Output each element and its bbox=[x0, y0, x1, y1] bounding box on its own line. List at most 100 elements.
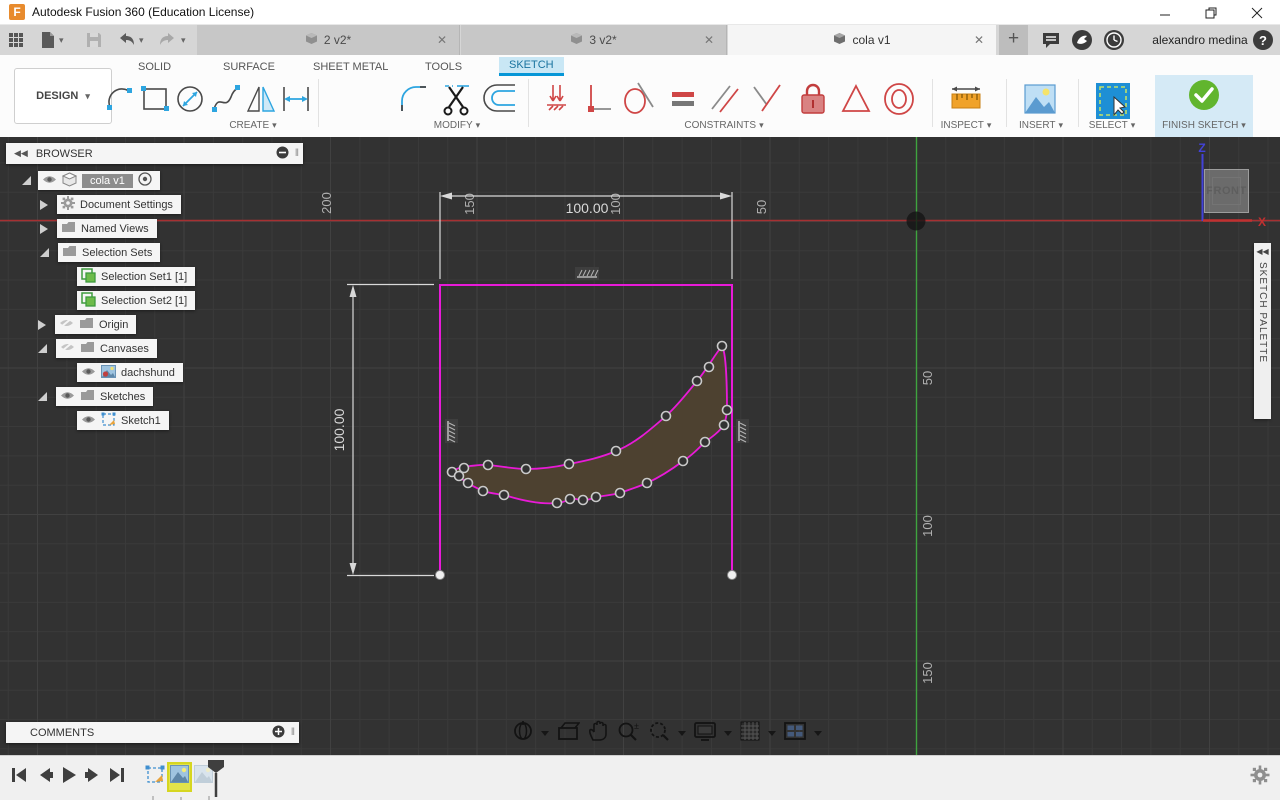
comments-panel-header[interactable]: COMMENTS ‖ bbox=[6, 722, 299, 743]
visibility-eye-icon[interactable] bbox=[42, 174, 57, 188]
tree-item-label[interactable]: Selection Set2 [1] bbox=[101, 295, 187, 307]
add-comment-icon[interactable] bbox=[272, 725, 285, 741]
insert-group-label[interactable]: INSERT bbox=[1019, 120, 1063, 131]
tab-sheet-metal[interactable]: SHEET METAL bbox=[303, 57, 398, 76]
doc-tab-close-icon[interactable]: ✕ bbox=[702, 33, 716, 47]
workspace-selector[interactable]: DESIGN bbox=[14, 68, 112, 124]
sketch-point[interactable] bbox=[435, 570, 445, 580]
orbit-icon[interactable] bbox=[512, 720, 534, 747]
extensions-icon[interactable] bbox=[1071, 29, 1093, 51]
browser-header[interactable]: ◀◀ BROWSER ‖ bbox=[6, 143, 303, 164]
expand-icon[interactable] bbox=[38, 319, 46, 330]
tree-row-named-views[interactable]: Named Views bbox=[40, 219, 157, 238]
vertical-dimension-value[interactable]: 100.00 bbox=[331, 408, 347, 451]
tree-item-label[interactable]: dachshund bbox=[121, 367, 175, 379]
tab-solid[interactable]: SOLID bbox=[128, 57, 181, 76]
timeline-item-sketch[interactable] bbox=[144, 764, 166, 793]
spline-profile-shape[interactable] bbox=[450, 344, 728, 505]
doc-tab-close-icon[interactable]: ✕ bbox=[972, 33, 986, 47]
tree-row-root[interactable]: cola v1 bbox=[22, 171, 160, 190]
model-canvas[interactable]: Z X 200 150 100 50 50 100 150 100.00 100… bbox=[0, 137, 1280, 755]
viewports-dropdown-icon[interactable] bbox=[814, 730, 822, 736]
timeline-step-back-button[interactable] bbox=[36, 766, 54, 789]
sketch-dimension-tool-icon[interactable] bbox=[281, 81, 311, 117]
zoom-icon[interactable]: ± bbox=[616, 720, 640, 747]
minimize-button[interactable] bbox=[1142, 0, 1188, 25]
help-icon[interactable]: ? bbox=[1252, 29, 1274, 51]
new-document-button[interactable]: + bbox=[999, 25, 1028, 55]
browser-display-toggle-icon[interactable] bbox=[276, 146, 289, 162]
timeline-play-button[interactable] bbox=[60, 766, 78, 789]
tree-row-selection-set2[interactable]: Selection Set2 [1] bbox=[77, 291, 196, 310]
timeline-go-to-start-button[interactable] bbox=[10, 766, 28, 789]
file-menu-button[interactable] bbox=[40, 28, 64, 52]
sketch-palette-collapsed[interactable]: ◀◀ SKETCH PALETTE bbox=[1254, 243, 1271, 419]
constraints-group-label[interactable]: CONSTRAINTS bbox=[684, 120, 763, 131]
insert-image-icon[interactable] bbox=[1022, 81, 1056, 117]
concentric-constraint-icon[interactable] bbox=[882, 81, 914, 117]
grid-snap-dropdown-icon[interactable] bbox=[768, 730, 776, 736]
expand-icon[interactable] bbox=[40, 199, 48, 210]
expand-icon[interactable] bbox=[38, 344, 47, 353]
view-cube[interactable]: FRONT bbox=[1204, 169, 1249, 213]
vertical-dimension[interactable] bbox=[347, 283, 434, 577]
visibility-eye-icon[interactable] bbox=[60, 390, 75, 404]
rectangle-tool-icon[interactable] bbox=[140, 81, 170, 117]
timeline-step-forward-button[interactable] bbox=[84, 766, 102, 789]
doc-tab-2v2[interactable]: 2 v2* ✕ bbox=[197, 25, 460, 55]
visibility-eye-off-icon[interactable] bbox=[60, 341, 75, 356]
expand-icon[interactable] bbox=[40, 223, 48, 234]
panel-grip[interactable]: ‖ bbox=[295, 148, 299, 159]
fillet-tool-icon[interactable] bbox=[399, 81, 429, 117]
job-status-clock-icon[interactable] bbox=[1103, 29, 1125, 51]
tab-sketch[interactable]: SKETCH bbox=[499, 57, 564, 76]
sketch-point[interactable] bbox=[727, 570, 737, 580]
tree-item-label[interactable]: Canvases bbox=[100, 343, 149, 355]
tree-item-label[interactable]: Named Views bbox=[81, 223, 149, 235]
tree-item-label[interactable]: Selection Sets bbox=[82, 247, 152, 259]
origin-point[interactable] bbox=[906, 211, 926, 231]
tree-row-origin[interactable]: Origin bbox=[38, 315, 137, 334]
trim-tool-icon[interactable] bbox=[441, 81, 471, 117]
orbit-dropdown-icon[interactable] bbox=[541, 730, 549, 736]
visibility-eye-off-icon[interactable] bbox=[59, 317, 74, 332]
doc-tab-cola-v1[interactable]: cola v1 ✕ bbox=[728, 25, 996, 55]
zoom-window-dropdown-icon[interactable] bbox=[678, 730, 686, 736]
tangent-constraint-icon[interactable] bbox=[622, 81, 654, 117]
tree-item-label[interactable]: Sketches bbox=[100, 391, 145, 403]
mirror-tool-icon[interactable] bbox=[246, 81, 276, 117]
display-settings-icon[interactable] bbox=[693, 720, 717, 747]
expand-icon[interactable] bbox=[22, 176, 31, 185]
display-settings-dropdown-icon[interactable] bbox=[724, 730, 732, 736]
horizontal-constraint-icon[interactable] bbox=[574, 266, 600, 281]
offset-tool-icon[interactable] bbox=[483, 81, 515, 117]
vertical-constraint-icon[interactable] bbox=[444, 418, 459, 444]
horizontal-dimension-value[interactable]: 100.00 bbox=[566, 200, 609, 216]
midpoint-constraint-icon[interactable] bbox=[750, 81, 781, 117]
tree-item-label[interactable]: cola v1 bbox=[82, 173, 133, 188]
redo-button[interactable] bbox=[158, 28, 186, 52]
tree-item-label[interactable]: Origin bbox=[99, 319, 128, 331]
tree-item-label[interactable]: Sketch1 bbox=[121, 415, 161, 427]
modify-group-label[interactable]: MODIFY bbox=[434, 120, 480, 131]
inspect-group-label[interactable]: INSPECT bbox=[941, 120, 992, 131]
arc-tool-icon[interactable] bbox=[105, 81, 135, 117]
expand-icon[interactable] bbox=[38, 392, 47, 401]
circle-tool-icon[interactable] bbox=[175, 81, 205, 117]
user-name[interactable]: alexandro medina bbox=[1150, 33, 1250, 47]
sketch-rectangle-lines[interactable] bbox=[439, 284, 733, 575]
tree-row-sketches[interactable]: Sketches bbox=[38, 387, 154, 406]
app-grid-menu-button[interactable] bbox=[8, 28, 24, 52]
zoom-window-icon[interactable] bbox=[647, 720, 671, 747]
create-group-label[interactable]: CREATE bbox=[229, 120, 276, 131]
polygon-constraint-icon[interactable] bbox=[840, 81, 871, 117]
expand-icon[interactable] bbox=[40, 248, 49, 257]
parallel-constraint-icon[interactable] bbox=[708, 81, 739, 117]
tree-row-document-settings[interactable]: Document Settings bbox=[40, 195, 181, 214]
equal-constraint-icon[interactable] bbox=[669, 81, 699, 117]
doc-tab-close-icon[interactable]: ✕ bbox=[435, 33, 449, 47]
grid-snap-icon[interactable] bbox=[739, 720, 761, 747]
comments-icon[interactable] bbox=[1040, 29, 1062, 51]
save-button[interactable] bbox=[86, 28, 102, 52]
doc-tab-3v2[interactable]: 3 v2* ✕ bbox=[461, 25, 727, 55]
